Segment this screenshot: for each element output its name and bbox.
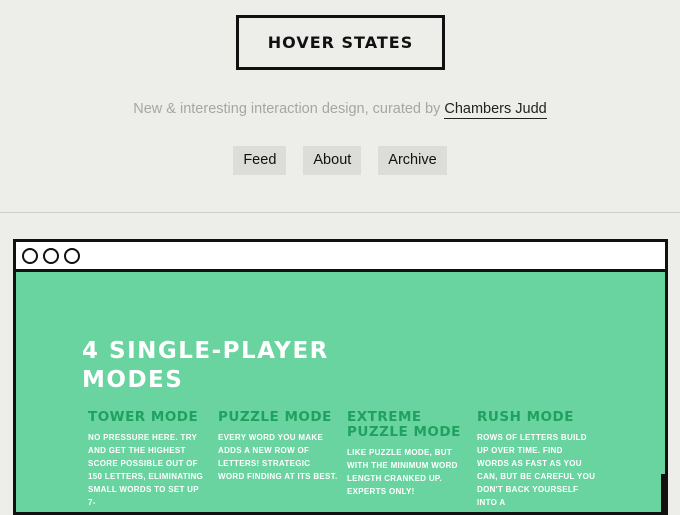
window-dot-icon: [22, 247, 38, 264]
site-logo[interactable]: HOVER STATES: [236, 15, 445, 70]
mode-card-puzzle: PUZZLE MODE EVERY WORD YOU MAKE ADDS A N…: [218, 410, 338, 483]
window-dot-icon: [43, 247, 59, 264]
mode-title: RUSH MODE: [477, 409, 574, 425]
nav-about[interactable]: About: [303, 146, 362, 175]
mode-card-rush: RUSH MODE ROWS OF LETTERS BUILD UP OVER …: [477, 410, 597, 509]
window-dot-icon: [64, 247, 80, 264]
mode-description: ROWS OF LETTERS BUILD UP OVER TIME. FIND…: [477, 433, 596, 507]
scrollbar-thumb[interactable]: [661, 474, 665, 512]
mode-card-tower: TOWER MODE NO PRESSURE HERE. TRY AND GET…: [88, 410, 208, 509]
mode-description: NO PRESSURE HERE. TRY AND GET THE HIGHES…: [88, 433, 204, 507]
preview-heading: 4 SINGLE-PLAYER MODES: [82, 337, 329, 395]
mode-title: PUZZLE MODE: [218, 409, 332, 425]
heading-line-1: 4 SINGLE-PLAYER: [82, 338, 329, 364]
tagline-text: New & interesting interaction design, cu…: [133, 101, 441, 117]
main-nav: Feed About Archive: [0, 146, 680, 175]
mode-card-extreme-puzzle: EXTREME PUZZLE MODE LIKE PUZZLE MODE, BU…: [347, 410, 467, 498]
nav-archive[interactable]: Archive: [378, 146, 447, 175]
nav-feed[interactable]: Feed: [233, 146, 287, 175]
mode-description: LIKE PUZZLE MODE, BUT WITH THE MINIMUM W…: [347, 448, 458, 496]
browser-chrome: [16, 242, 665, 272]
browser-preview: 4 SINGLE-PLAYER MODES TOWER MODE NO PRES…: [13, 239, 668, 515]
mode-title: TOWER MODE: [88, 409, 199, 425]
tagline: New & interesting interaction design, cu…: [0, 101, 680, 119]
heading-line-2: MODES: [82, 367, 184, 393]
header-divider: [0, 212, 680, 213]
mode-title: EXTREME PUZZLE MODE: [347, 409, 461, 440]
author-link[interactable]: Chambers Judd: [444, 101, 547, 119]
mode-description: EVERY WORD YOU MAKE ADDS A NEW ROW OF LE…: [218, 433, 338, 481]
